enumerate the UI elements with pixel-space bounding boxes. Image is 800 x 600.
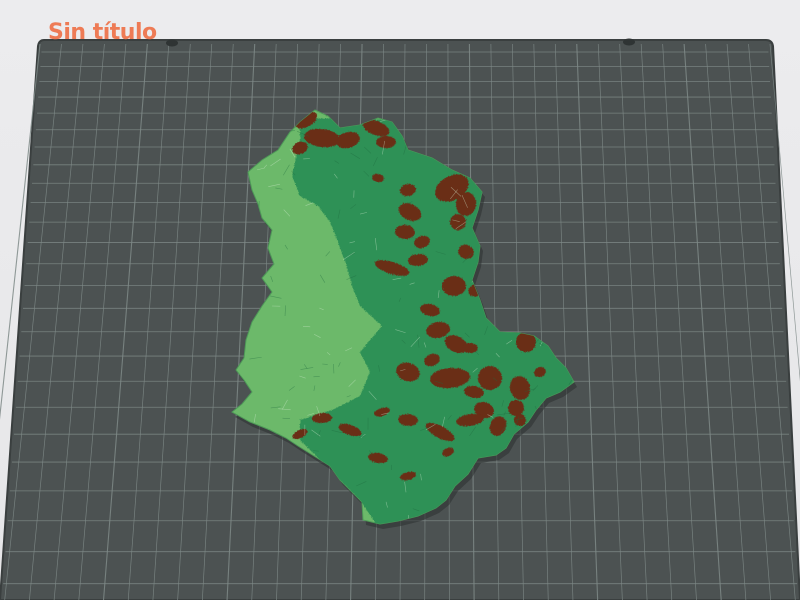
scene-canvas[interactable] — [0, 0, 800, 600]
document-title[interactable]: Sin título — [48, 20, 157, 45]
viewport-3d[interactable]: Sin título — [0, 0, 800, 600]
plate-notch-right — [623, 38, 635, 46]
plate-notch-left — [166, 39, 178, 47]
